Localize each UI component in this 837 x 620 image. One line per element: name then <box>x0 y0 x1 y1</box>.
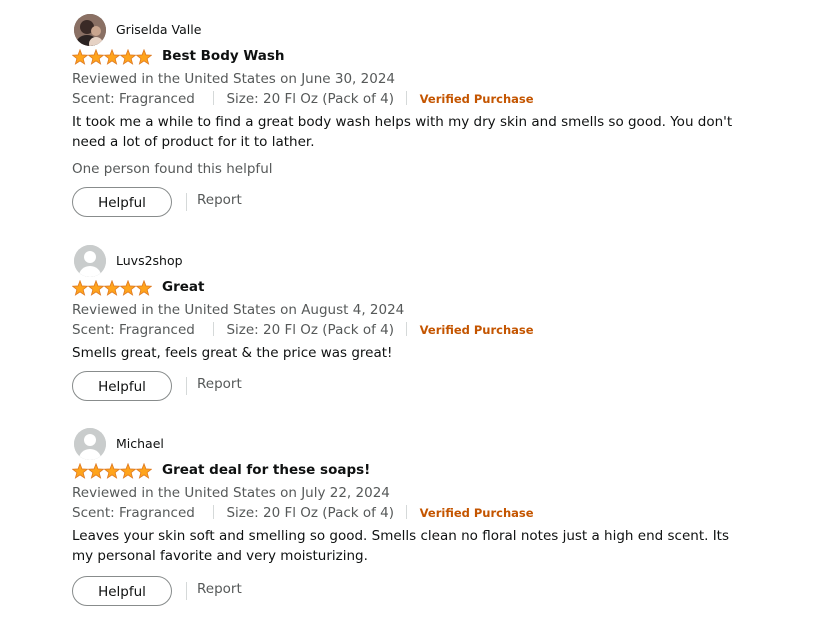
divider <box>406 322 408 336</box>
divider <box>186 582 187 600</box>
star-icon <box>135 280 152 296</box>
rating-stars[interactable] <box>72 49 152 65</box>
verified-purchase-badge: Verified Purchase <box>419 323 534 337</box>
star-icon <box>135 49 152 65</box>
star-icon <box>119 49 137 65</box>
verified-purchase-badge: Verified Purchase <box>419 506 534 520</box>
reviewer-name[interactable]: Griselda Valle <box>116 22 201 37</box>
review-title[interactable]: Great deal for these soaps! <box>162 462 370 478</box>
review-date: Reviewed in the United States on July 22… <box>72 485 390 501</box>
helpful-button[interactable]: Helpful <box>72 187 172 217</box>
star-icon <box>87 463 105 479</box>
review-actions: Helpful Report <box>72 371 772 401</box>
avatar[interactable] <box>74 428 106 460</box>
review-actions: Helpful Report <box>72 187 772 217</box>
reviewer-name[interactable]: Michael <box>116 436 164 451</box>
star-icon <box>72 280 89 296</box>
report-link[interactable]: Report <box>197 581 242 597</box>
helpful-count: One person found this helpful <box>72 161 273 177</box>
star-icon <box>103 280 121 296</box>
review-title[interactable]: Best Body Wash <box>162 48 285 64</box>
size-option[interactable]: Size: 20 Fl Oz (Pack of 4) <box>226 505 394 521</box>
star-icon <box>87 280 105 296</box>
star-icon <box>103 463 121 479</box>
divider <box>406 91 408 105</box>
divider <box>213 505 215 519</box>
reviewer-profile[interactable]: Griselda Valle <box>72 14 772 46</box>
product-format: Scent: Fragranced Size: 20 Fl Oz (Pack o… <box>72 320 772 340</box>
review-body: It took me a while to find a great body … <box>72 114 733 150</box>
helpful-button[interactable]: Helpful <box>72 576 172 606</box>
helpful-button[interactable]: Helpful <box>72 371 172 401</box>
review-card: Griselda Valle Best Body Wash Reviewed i… <box>72 14 772 217</box>
avatar[interactable] <box>74 14 106 46</box>
review-body: Leaves your skin soft and smelling so go… <box>72 528 730 564</box>
reviewer-profile[interactable]: Michael <box>72 428 772 460</box>
star-icon <box>135 463 152 479</box>
review-body: Smells great, feels great & the price wa… <box>72 345 393 361</box>
divider <box>186 193 187 211</box>
divider <box>213 322 215 336</box>
avatar[interactable] <box>74 245 106 277</box>
scent-option[interactable]: Scent: Fragranced <box>72 505 195 521</box>
review-card: Luvs2shop Great Reviewed in the United S… <box>72 245 772 401</box>
scent-option[interactable]: Scent: Fragranced <box>72 91 195 107</box>
divider <box>213 91 215 105</box>
report-link[interactable]: Report <box>197 192 242 208</box>
star-icon <box>72 49 89 65</box>
star-icon <box>72 463 89 479</box>
star-icon <box>119 463 137 479</box>
review-title[interactable]: Great <box>162 279 204 295</box>
reviewer-profile[interactable]: Luvs2shop <box>72 245 772 277</box>
rating-stars[interactable] <box>72 463 152 479</box>
star-icon <box>119 280 137 296</box>
divider <box>186 377 187 395</box>
reviews-list: Griselda Valle Best Body Wash Reviewed i… <box>0 0 837 620</box>
divider <box>406 505 408 519</box>
review-actions: Helpful Report <box>72 576 772 606</box>
star-icon <box>103 49 121 65</box>
size-option[interactable]: Size: 20 Fl Oz (Pack of 4) <box>226 322 394 338</box>
report-link[interactable]: Report <box>197 376 242 392</box>
star-icon <box>87 49 105 65</box>
scent-option[interactable]: Scent: Fragranced <box>72 322 195 338</box>
size-option[interactable]: Size: 20 Fl Oz (Pack of 4) <box>226 91 394 107</box>
verified-purchase-badge: Verified Purchase <box>419 92 534 106</box>
product-format: Scent: Fragranced Size: 20 Fl Oz (Pack o… <box>72 503 772 523</box>
review-date: Reviewed in the United States on June 30… <box>72 71 395 87</box>
rating-stars[interactable] <box>72 280 152 296</box>
review-date: Reviewed in the United States on August … <box>72 302 405 318</box>
review-card: Michael Great deal for these soaps! Revi… <box>72 428 772 606</box>
product-format: Scent: Fragranced Size: 20 Fl Oz (Pack o… <box>72 89 772 109</box>
reviewer-name[interactable]: Luvs2shop <box>116 253 183 268</box>
